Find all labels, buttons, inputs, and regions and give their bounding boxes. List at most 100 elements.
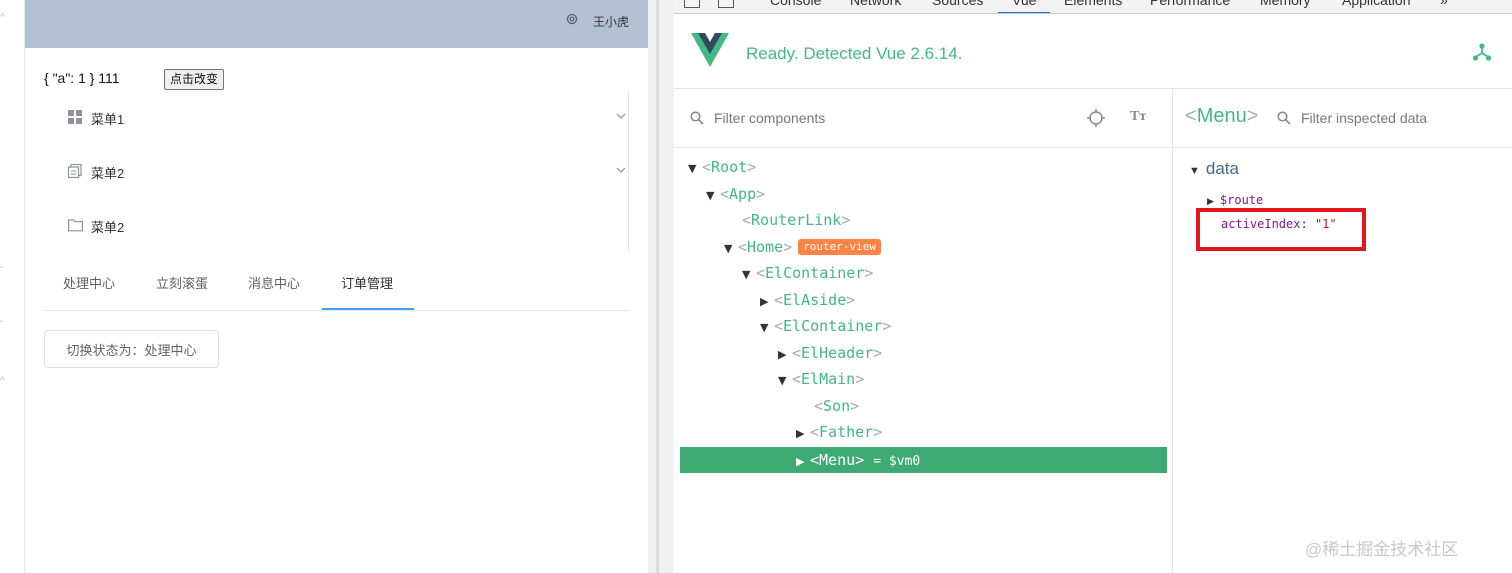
tree-node-elmain[interactable]: ▼ <ElMain> [778,366,864,392]
node-name: ElContainer [783,317,883,335]
tree-node-elaside[interactable]: ▶ <ElAside> [760,287,855,313]
node-name: Root [711,158,748,176]
tree-node-son[interactable]: <Son> [814,393,859,419]
devtools-tab-bar: Console Network Sources Vue Elements Per… [674,0,1512,14]
component-graph-icon[interactable] [1472,42,1492,67]
inspector-header: <Menu> [1173,89,1512,148]
tree-node-elheader[interactable]: ▶ <ElHeader> [778,340,882,366]
menu-item-label: 菜单1 [91,112,125,127]
search-icon [1277,111,1291,130]
component-filter-bar: Tт [674,89,1173,148]
menu-item-label: 菜单2 [91,220,125,235]
caret-right-icon[interactable]: ▶ [796,421,810,447]
gutter-caret-icon: ˇ [0,266,4,277]
menu-item-3[interactable]: 菜单2 [44,198,629,252]
tree-node-root[interactable]: ▼ <Root> [688,154,756,180]
gutter-caret-icon: ^ [0,376,5,387]
node-name: ElMain [801,370,856,388]
pane-splitter[interactable] [648,0,674,573]
active-tab-indicator [322,308,414,310]
caret-right-icon[interactable]: ▶ [796,449,810,475]
tree-node-elcontainer[interactable]: ▼ <ElContainer> [742,260,873,286]
caret-down-icon[interactable]: ▼ [706,183,720,209]
vue-logo-icon [691,33,729,72]
ready-status-text: Ready. Detected Vue 2.6.14. [746,44,963,63]
inspected-component-name: Menu [1196,105,1247,127]
chevron-down-icon [616,108,626,119]
inspected-data-filter-input[interactable] [1301,107,1491,129]
devtools-tab-application[interactable]: Application [1342,0,1411,8]
tree-node-menu-selected[interactable]: ▶ <Menu> = $vm0 [680,447,1167,473]
tab-bar: 处理中心 立刻滚蛋 消息中心 订单管理 [44,260,629,311]
node-name: Menu [819,451,856,469]
data-section-header[interactable]: ▼ data [1189,159,1239,179]
grid-icon [68,110,82,124]
node-name: Home [747,238,784,256]
devtools-tab-performance[interactable]: Performance [1150,0,1230,8]
component-tree-panel: Tт ▼<Root> ▼<App> <RouterLink> ▼<Home>ro… [674,89,1173,573]
caret-right-icon[interactable]: ▶ [1207,197,1214,207]
switch-status-button[interactable]: 切换状态为：处理中心 [44,330,219,368]
folder-icon [68,218,83,232]
caret-down-icon[interactable]: ▼ [724,236,738,262]
devtools-tab-network[interactable]: Network [850,0,901,8]
vm-reference: = $vm0 [873,454,921,469]
node-name: ElHeader [801,344,874,362]
inspector-panel: <Menu> ▼data ▶$route activeIndex: "1" [1173,89,1512,573]
data-section-label: data [1205,159,1239,178]
tab-processing-center[interactable]: 处理中心 [63,273,115,292]
app-header: 王小虎 [25,0,648,48]
caret-down-icon[interactable]: ▼ [688,156,702,182]
devtools-tab-elements[interactable]: Elements [1064,0,1122,8]
tab-message-center[interactable]: 消息中心 [248,273,300,292]
menu-item-2[interactable]: 菜单2 [44,144,629,198]
text-format-icon[interactable]: Tт [1130,109,1146,125]
component-filter-input[interactable] [714,107,1034,129]
node-name: RouterLink [751,211,842,229]
menu-item-label: 菜单2 [91,166,125,181]
username[interactable]: 王小虎 [593,13,629,30]
watermark: @稀土掘金技术社区 [1305,540,1459,559]
gutter-caret-icon: ^ [0,12,5,23]
inspect-icon[interactable] [684,0,700,8]
devtools-tab-memory[interactable]: Memory [1260,0,1311,8]
gear-icon[interactable] [565,12,579,26]
caret-right-icon[interactable]: ▶ [778,342,792,368]
select-component-target-icon[interactable] [1087,109,1105,132]
splitter-handle[interactable] [656,0,659,573]
tree-node-elcontainer-inner[interactable]: ▼ <ElContainer> [760,313,891,339]
node-name: App [729,185,757,203]
menu-item-1[interactable]: 菜单1 [44,90,629,144]
devtools-tab-sources[interactable]: Sources [932,0,983,8]
tree-node-home[interactable]: ▼ <Home> router-view [724,234,882,262]
tree-node-father[interactable]: ▶ <Father> [796,419,882,445]
tree-node-routerlink[interactable]: <RouterLink> [742,207,850,233]
node-name: Son [823,397,851,415]
chevron-down-icon [616,162,626,173]
tab-leave-now[interactable]: 立刻滚蛋 [156,273,208,292]
caret-down-icon[interactable]: ▼ [760,315,774,341]
node-name: ElContainer [765,264,865,282]
caret-down-icon[interactable]: ▼ [778,368,792,394]
node-name: Father [819,423,874,441]
tab-order-management[interactable]: 订单管理 [341,273,393,292]
caret-down-icon[interactable]: ▼ [1189,165,1200,177]
devtools-tab-vue[interactable]: Vue [1012,0,1036,8]
inspected-component-title: <Menu> [1185,105,1259,127]
left-gutter: ^ ˇ ˇ ^ [0,0,25,573]
vue-status-bar: Ready. Detected Vue 2.6.14. [674,14,1512,89]
tree-node-app[interactable]: ▼ <App> [706,181,765,207]
change-button[interactable]: 点击改变 [164,69,225,90]
route-property-key: $route [1219,193,1264,207]
route-property[interactable]: ▶ $route [1207,193,1263,207]
more-tabs-icon[interactable]: » [1440,0,1448,8]
json-output: { "a": 1 } 111 [44,70,120,86]
gutter-caret-icon: ˇ [0,320,4,331]
router-view-badge: router-view [798,239,882,255]
caret-down-icon[interactable]: ▼ [742,262,756,288]
device-toggle-icon[interactable] [718,0,734,8]
highlight-box [1196,208,1366,251]
devtools-tab-console[interactable]: Console [770,0,821,8]
caret-right-icon[interactable]: ▶ [760,289,774,315]
app-page: 王小虎 { "a": 1 } 111 点击改变 菜单1 菜单2 菜单2 处理中心… [25,0,648,573]
